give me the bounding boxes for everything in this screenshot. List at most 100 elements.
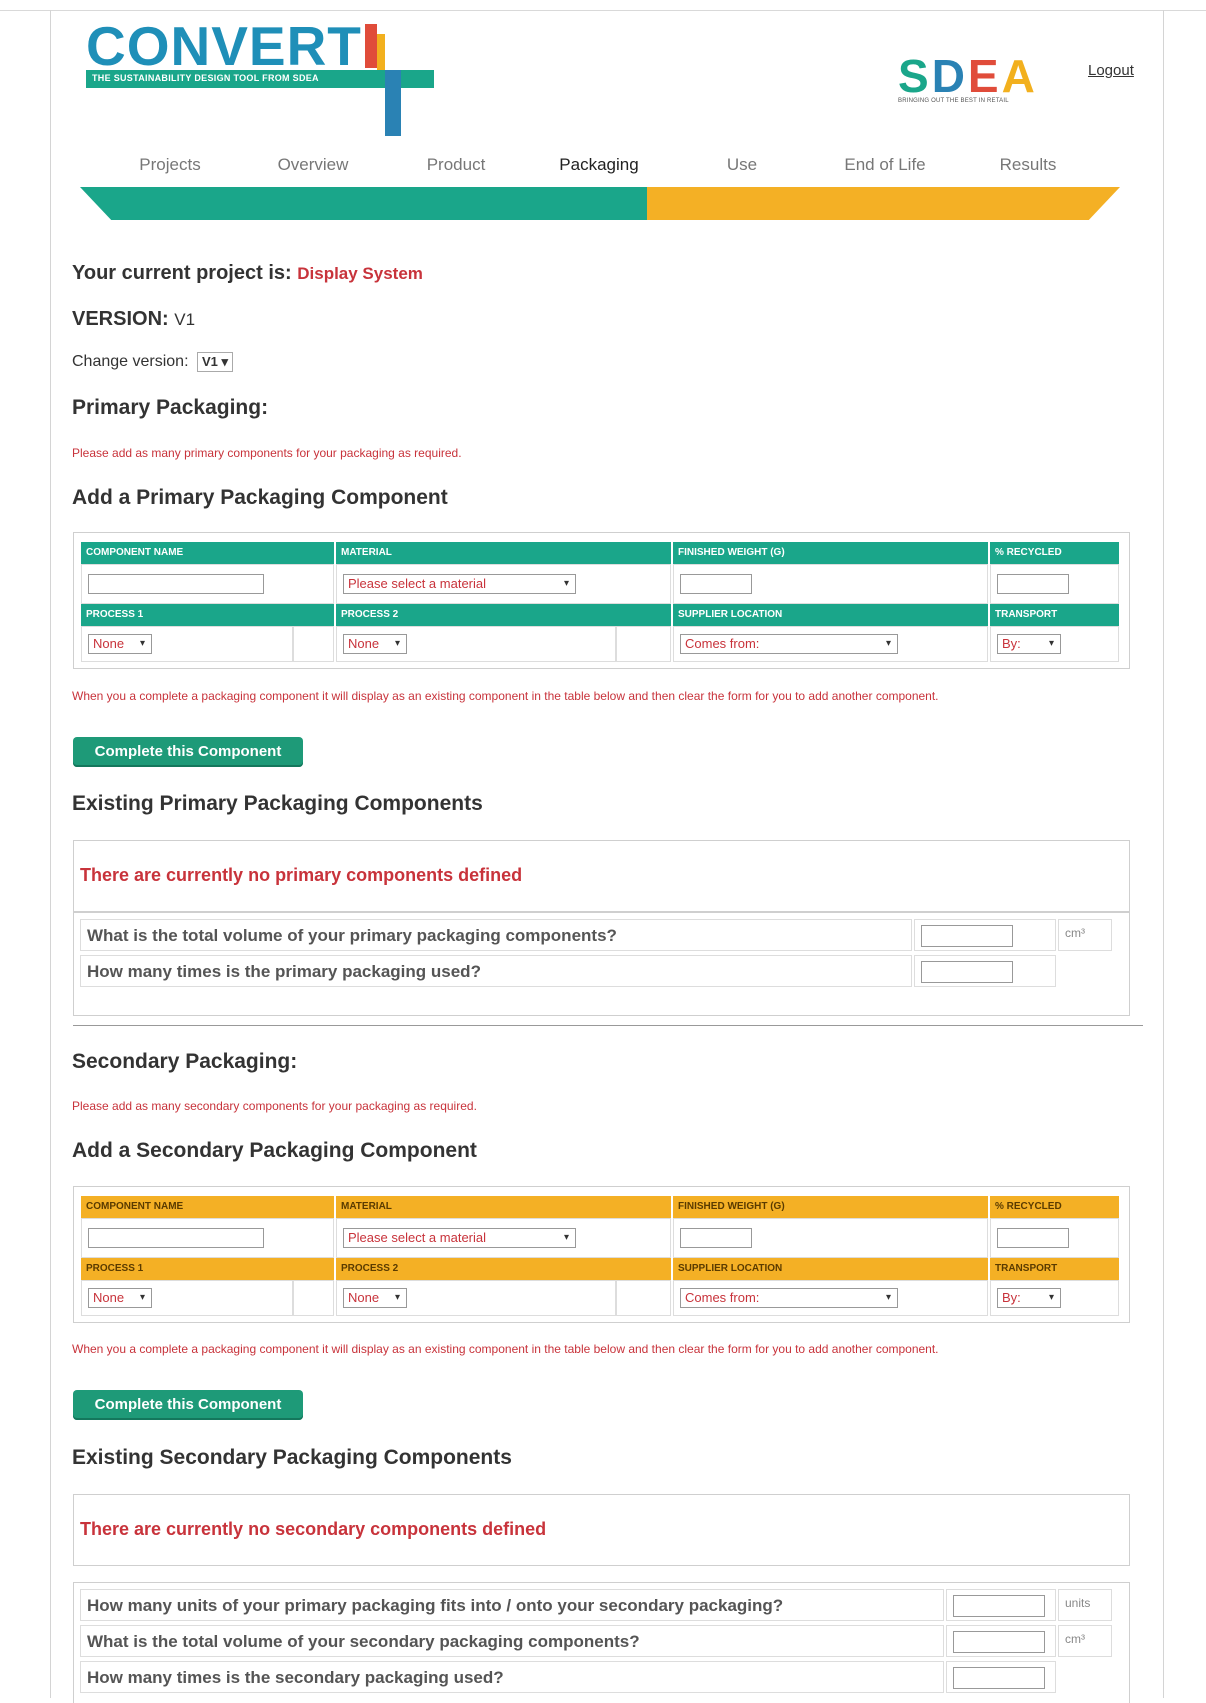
material-select[interactable]: Please select a material ▾	[343, 574, 576, 594]
secondary-packaging-heading: Secondary Packaging:	[72, 1050, 298, 1073]
supplier-location-value: Comes from:	[685, 636, 760, 651]
secondary-component-form: COMPONENT NAME MATERIAL FINISHED WEIGHT …	[73, 1186, 1130, 1323]
process-2-value: None	[348, 636, 380, 651]
nav-item-use[interactable]: Use	[672, 155, 812, 175]
cell-transport: By: ▾	[990, 1280, 1119, 1316]
secondary-header-row-1: COMPONENT NAME MATERIAL FINISHED WEIGHT …	[81, 1196, 1119, 1218]
process-2-value: None	[348, 1290, 380, 1305]
complete-primary-component-button[interactable]: Complete this Component	[73, 737, 303, 767]
primary-packaging-heading: Primary Packaging:	[72, 396, 269, 419]
logout-link[interactable]: Logout	[1088, 62, 1134, 79]
sdea-tagline: BRINGING OUT THE BEST IN RETAIL	[898, 98, 1009, 104]
change-version-label: Change version:	[72, 353, 189, 370]
cell-finished-weight	[673, 1218, 988, 1258]
primary-uses-cell	[914, 955, 1056, 987]
secondary-question-row: What is the total volume of your seconda…	[74, 1623, 1129, 1659]
recycled-input[interactable]	[997, 1228, 1069, 1248]
transport-select[interactable]: By: ▾	[997, 634, 1061, 654]
header-supplier-location: SUPPLIER LOCATION	[673, 604, 988, 626]
secondary-units-input[interactable]	[953, 1595, 1045, 1617]
primary-empty-box: There are currently no primary component…	[73, 840, 1130, 912]
secondary-packaging-note: Please add as many secondary components …	[72, 1099, 477, 1113]
header-recycled: % RECYCLED	[990, 1196, 1119, 1218]
cell-finished-weight	[673, 564, 988, 604]
top-rule	[0, 10, 1206, 11]
secondary-uses-input[interactable]	[953, 1667, 1045, 1689]
header-component-name: COMPONENT NAME	[81, 542, 334, 564]
nav-item-results[interactable]: Results	[958, 155, 1098, 175]
secondary-complete-note: When you a complete a packaging componen…	[72, 1342, 939, 1356]
header-process-1: PROCESS 1	[81, 1258, 334, 1280]
finished-weight-input[interactable]	[680, 574, 752, 594]
transport-value: By:	[1002, 636, 1021, 651]
nav-item-overview[interactable]: Overview	[243, 155, 383, 175]
existing-primary-heading: Existing Primary Packaging Components	[72, 792, 483, 815]
chevron-down-icon: ▾	[394, 638, 400, 649]
finished-weight-input[interactable]	[680, 1228, 752, 1248]
cell-process-1-extra	[293, 1280, 334, 1316]
supplier-location-select[interactable]: Comes from: ▾	[680, 1288, 898, 1308]
cell-process-1: None ▾	[81, 1280, 293, 1316]
frame-left-border	[50, 10, 51, 1698]
process-2-select[interactable]: None ▾	[343, 634, 407, 654]
add-primary-heading: Add a Primary Packaging Component	[72, 486, 448, 509]
process-1-select[interactable]: None ▾	[88, 634, 152, 654]
nav-item-packaging[interactable]: Packaging	[529, 155, 669, 175]
chevron-down-icon: ▾	[394, 1292, 400, 1303]
secondary-volume-cell	[946, 1625, 1056, 1657]
secondary-question-row: How many times is the secondary packagin…	[74, 1659, 1129, 1695]
chevron-down-icon: ▾	[221, 354, 229, 369]
sdea-letter-d: D	[931, 50, 968, 102]
cell-component-name	[81, 564, 334, 604]
cell-material: Please select a material ▾	[336, 564, 671, 604]
supplier-location-select[interactable]: Comes from: ▾	[680, 634, 898, 654]
secondary-volume-input[interactable]	[953, 1631, 1045, 1653]
secondary-volume-unit: cm³	[1058, 1625, 1112, 1657]
process-2-select[interactable]: None ▾	[343, 1288, 407, 1308]
cell-supplier-location: Comes from: ▾	[673, 1280, 988, 1316]
header-component-name: COMPONENT NAME	[81, 1196, 334, 1218]
component-name-input[interactable]	[88, 1228, 264, 1248]
nav-item-product[interactable]: Product	[386, 155, 526, 175]
chevron-down-icon: ▾	[563, 1232, 569, 1243]
frame-right-border	[1163, 10, 1164, 1698]
header-process-2: PROCESS 2	[336, 604, 671, 626]
primary-questions-table: What is the total volume of your primary…	[73, 912, 1130, 1016]
primary-volume-input[interactable]	[921, 925, 1013, 947]
chevron-down-icon: ▾	[885, 638, 891, 649]
logo-yellow-mark	[377, 34, 385, 70]
primary-volume-cell	[914, 919, 1056, 951]
change-version-selected: V1	[201, 354, 218, 369]
sdea-letter-e: E	[967, 50, 1002, 102]
secondary-input-row-1: Please select a material ▾	[81, 1218, 1119, 1258]
nav-item-projects[interactable]: Projects	[100, 155, 240, 175]
nav-item-end-of-life[interactable]: End of Life	[815, 155, 955, 175]
header-transport: TRANSPORT	[990, 1258, 1119, 1280]
secondary-questions-table: How many units of your primary packaging…	[73, 1582, 1130, 1703]
header-material: MATERIAL	[336, 1196, 671, 1218]
secondary-uses-cell	[946, 1661, 1056, 1693]
cell-process-2: None ▾	[336, 1280, 616, 1316]
transport-select[interactable]: By: ▾	[997, 1288, 1061, 1308]
process-1-select[interactable]: None ▾	[88, 1288, 152, 1308]
convert-logo-text: CONVERT	[86, 15, 362, 77]
secondary-uses-question: How many times is the secondary packagin…	[80, 1661, 944, 1693]
recycled-input[interactable]	[997, 574, 1069, 594]
header-process-2: PROCESS 2	[336, 1258, 671, 1280]
cell-process-2-extra	[616, 1280, 671, 1316]
material-select[interactable]: Please select a material ▾	[343, 1228, 576, 1248]
secondary-header-row-2: PROCESS 1 PROCESS 2 SUPPLIER LOCATION TR…	[81, 1258, 1119, 1280]
secondary-empty-text: There are currently no secondary compone…	[80, 1519, 547, 1539]
header-recycled: % RECYCLED	[990, 542, 1119, 564]
header-supplier-location: SUPPLIER LOCATION	[673, 1258, 988, 1280]
chevron-down-icon: ▾	[563, 578, 569, 589]
primary-question-row: How many times is the primary packaging …	[74, 953, 1129, 989]
cell-process-2-extra	[616, 626, 671, 662]
complete-secondary-component-button[interactable]: Complete this Component	[73, 1390, 303, 1420]
version-value: V1	[174, 310, 196, 329]
component-name-input[interactable]	[88, 574, 264, 594]
primary-question-row: What is the total volume of your primary…	[74, 917, 1129, 953]
header-finished-weight: FINISHED WEIGHT (G)	[673, 542, 988, 564]
change-version-select[interactable]: V1 ▾	[196, 352, 234, 372]
primary-uses-input[interactable]	[921, 961, 1013, 983]
